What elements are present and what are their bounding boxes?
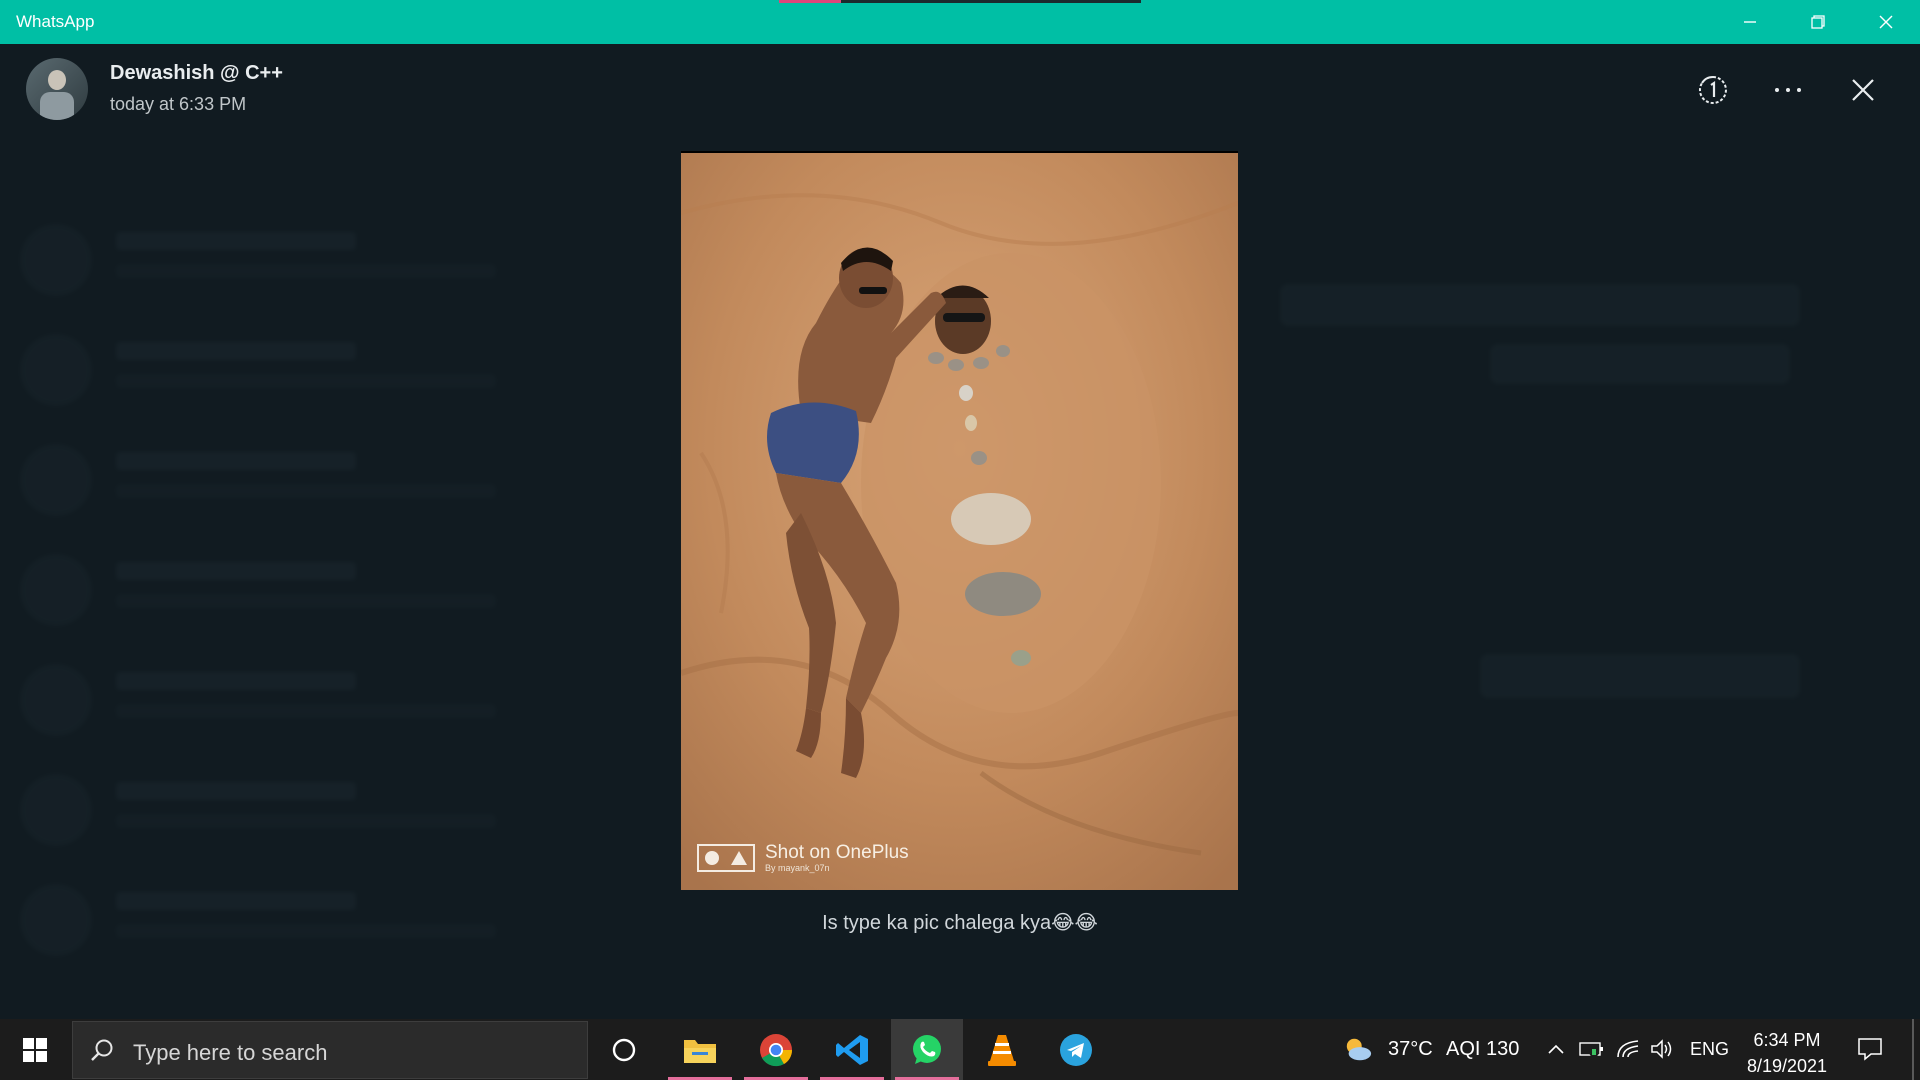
blurred-message-bubble — [1480, 654, 1800, 698]
taskbar-app-whatsapp[interactable] — [891, 1019, 963, 1080]
vscode-icon — [836, 1034, 868, 1065]
folder-icon — [684, 1039, 716, 1063]
whatsapp-icon — [913, 1034, 941, 1064]
watermark-subtext: By mayank_07n — [765, 863, 830, 873]
blurred-chat-row — [20, 654, 640, 736]
window-title: WhatsApp — [16, 12, 95, 31]
windows-taskbar: Type here to search 37°C AQI 130 ENG 6:3… — [0, 1019, 1920, 1080]
search-placeholder: Type here to search — [133, 1040, 328, 1065]
cortana-icon — [612, 1038, 636, 1061]
close-viewer-button[interactable] — [1843, 70, 1883, 110]
watermark-text: Shot on OnePlus — [765, 842, 909, 863]
restore-icon — [1811, 15, 1825, 29]
photo-watermark: Shot on OnePlus By mayank_07n — [697, 843, 909, 873]
battery-charging-icon — [1579, 1042, 1603, 1057]
ellipsis-icon — [1775, 88, 1801, 92]
chrome-icon — [760, 1033, 793, 1066]
battery-status[interactable] — [1578, 1035, 1606, 1063]
restore-button[interactable] — [1784, 0, 1852, 44]
minimize-icon — [1744, 21, 1756, 23]
blurred-message-bubble — [1280, 284, 1800, 326]
more-options-button[interactable] — [1768, 70, 1808, 110]
volume-control[interactable] — [1648, 1035, 1676, 1063]
action-center-button[interactable] — [1856, 1035, 1884, 1063]
start-button[interactable] — [0, 1019, 70, 1080]
chevron-up-icon — [1548, 1044, 1564, 1054]
blurred-chat-row — [20, 764, 640, 846]
window-titlebar: WhatsApp — [0, 0, 1920, 44]
media-photo[interactable]: Shot on OnePlus By mayank_07n — [681, 151, 1238, 890]
wifi-icon — [1617, 1040, 1639, 1058]
speaker-icon — [1651, 1039, 1672, 1059]
view-once-button[interactable] — [1693, 70, 1733, 110]
show-hidden-icons-button[interactable] — [1542, 1035, 1570, 1063]
blurred-chat-row — [20, 214, 640, 296]
message-timestamp: today at 6:33 PM — [110, 94, 247, 114]
taskbar-app-vscode[interactable] — [816, 1019, 888, 1080]
partly-cloudy-icon — [1346, 1038, 1372, 1061]
close-icon — [1879, 15, 1893, 29]
weather-aqi[interactable]: AQI 130 — [1446, 1038, 1519, 1061]
media-progress-bar — [779, 0, 1141, 3]
media-progress-fill — [779, 0, 841, 3]
media-viewer-header: Dewashish @ C++ today at 6:33 PM — [0, 44, 1920, 134]
close-window-button[interactable] — [1852, 0, 1920, 44]
task-view-button[interactable] — [588, 1019, 660, 1080]
sender-name: Dewashish @ C++ — [110, 62, 283, 84]
taskbar-app-chrome[interactable] — [740, 1019, 812, 1080]
camera-logo-icon — [697, 844, 755, 872]
notification-icon — [1858, 1038, 1882, 1061]
minimize-button[interactable] — [1716, 0, 1784, 44]
weather-temperature[interactable]: 37°C — [1388, 1038, 1433, 1061]
beach-sand-photo — [681, 153, 1238, 890]
clock-date: 8/19/2021 — [1746, 1056, 1828, 1076]
clock-time: 6:34 PM — [1753, 1030, 1821, 1050]
weather-widget[interactable] — [1344, 1035, 1372, 1063]
search-icon — [91, 1039, 113, 1061]
windows-logo-icon — [23, 1037, 47, 1062]
media-caption: Is type ka pic chalega kya😂😂 — [822, 912, 1098, 934]
input-language[interactable]: ENG — [1690, 1039, 1729, 1060]
close-icon — [1852, 79, 1874, 101]
view-once-icon — [1699, 75, 1727, 104]
taskbar-app-telegram[interactable] — [1040, 1019, 1112, 1080]
blurred-message-bubble — [1490, 344, 1790, 384]
blurred-chat-row — [20, 434, 640, 516]
avatar[interactable] — [26, 58, 88, 120]
vlc-icon — [988, 1034, 1016, 1066]
taskbar-clock[interactable]: 6:34 PM 8/19/2021 — [1732, 1027, 1842, 1079]
telegram-icon — [1060, 1033, 1092, 1066]
blurred-chat-row — [20, 324, 640, 406]
network-status[interactable] — [1614, 1035, 1642, 1063]
taskbar-app-file-explorer[interactable] — [664, 1019, 736, 1080]
blurred-chat-row — [20, 544, 640, 626]
taskbar-app-vlc[interactable] — [966, 1019, 1038, 1080]
show-desktop-button[interactable] — [1912, 1019, 1914, 1080]
taskbar-search-box[interactable]: Type here to search — [72, 1021, 588, 1079]
